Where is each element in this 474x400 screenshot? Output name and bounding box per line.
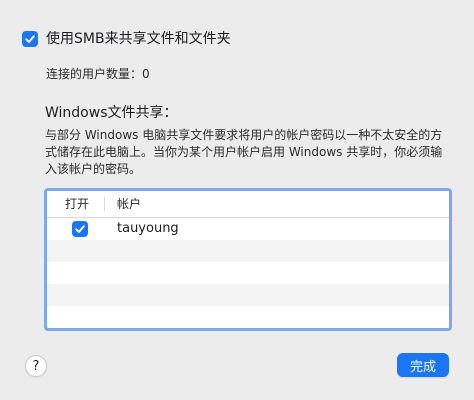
table-row-empty bbox=[47, 240, 449, 262]
table-row-empty bbox=[47, 262, 449, 284]
smb-checkbox[interactable] bbox=[22, 31, 38, 47]
table-row-empty bbox=[47, 306, 449, 328]
file-sharing-options-sheet: 使用SMB来共享文件和文件夹 连接的用户数量：0 Windows文件共享： 与部… bbox=[0, 0, 474, 400]
done-button[interactable]: 完成 bbox=[397, 353, 449, 377]
connected-users-count: 连接的用户数量：0 bbox=[46, 66, 150, 82]
column-header-account[interactable]: 帐户 bbox=[105, 197, 141, 211]
connected-users-value: 0 bbox=[142, 67, 150, 81]
windows-sharing-title: Windows文件共享： bbox=[45, 105, 178, 121]
table-row[interactable]: tauyoung bbox=[47, 218, 449, 240]
windows-sharing-description: 与部分 Windows 电脑共享文件要求将用户的帐户密码以一种不太安全的方式储存… bbox=[45, 128, 443, 176]
windows-accounts-table[interactable]: 打开 帐户 tauyoung bbox=[44, 188, 452, 331]
smb-checkbox-label[interactable]: 使用SMB来共享文件和文件夹 bbox=[46, 30, 231, 48]
connected-users-label: 连接的用户数量： bbox=[46, 67, 143, 81]
row-open-cell bbox=[47, 221, 105, 237]
column-header-open[interactable]: 打开 bbox=[47, 197, 105, 211]
table-row-empty bbox=[47, 284, 449, 306]
table-header: 打开 帐户 bbox=[47, 191, 449, 218]
smb-share-option[interactable]: 使用SMB来共享文件和文件夹 bbox=[22, 30, 231, 48]
checkmark-icon bbox=[75, 225, 85, 233]
row-account-name: tauyoung bbox=[117, 221, 179, 236]
checkmark-icon bbox=[25, 35, 35, 43]
help-button[interactable]: ? bbox=[25, 355, 47, 377]
row-open-checkbox[interactable] bbox=[72, 221, 88, 237]
